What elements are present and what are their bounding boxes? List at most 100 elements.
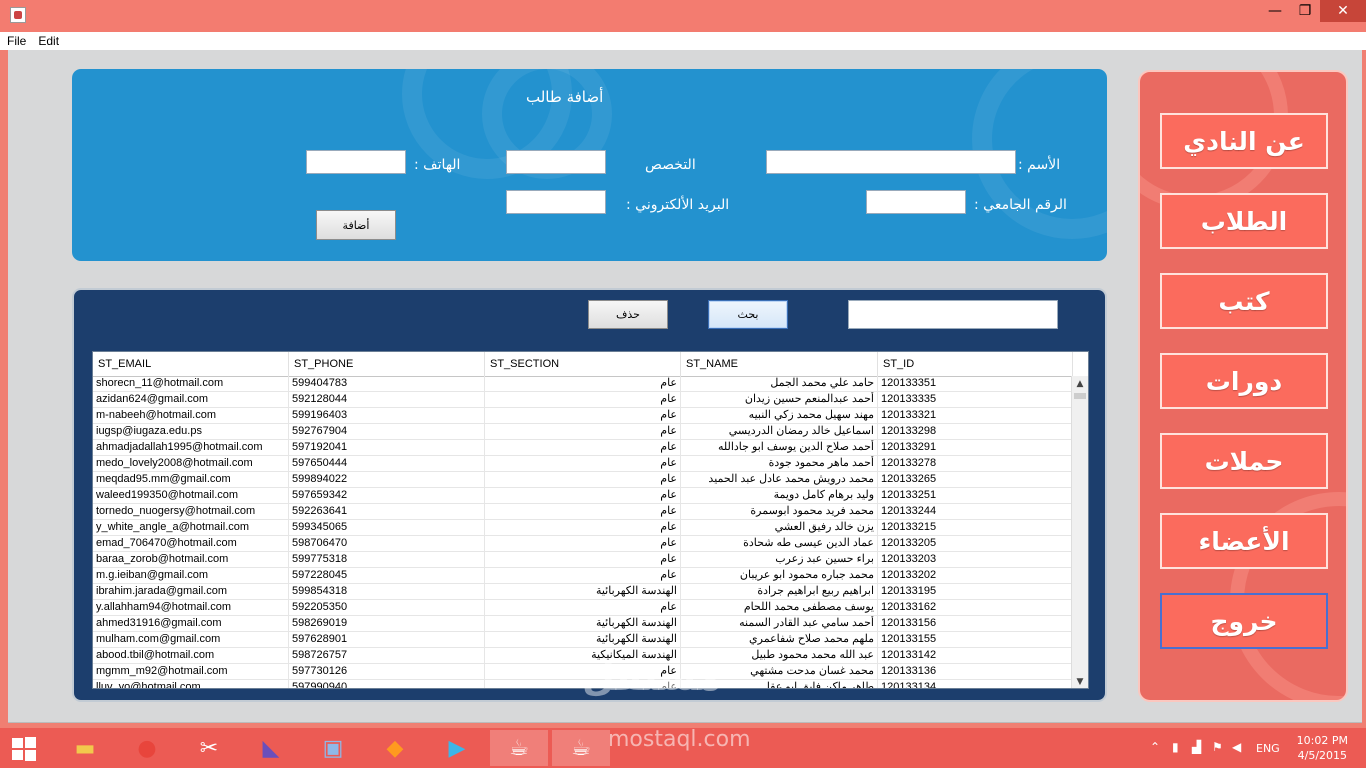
cell-email: ibrahim.jarada@gmail.com <box>93 584 289 600</box>
cell-phone: 597192041 <box>289 440 485 456</box>
name-label: الأسم : <box>1018 157 1061 173</box>
cell-phone: 599775318 <box>289 552 485 568</box>
clock-date: 4/5/2015 <box>1297 749 1348 762</box>
cell-email: y.allahham94@hotmail.com <box>93 600 289 616</box>
table-row[interactable]: y.allahham94@hotmail.com 592205350 عام يوسف… <box>93 600 1073 616</box>
cell-name: أحمد صلاح الدين يوسف ابو جادالله <box>681 440 878 456</box>
table-row[interactable]: meqdad95.mm@gmail.com 599894022 عام محمد در… <box>93 472 1073 488</box>
sidebar-item-exit[interactable]: خروج <box>1160 593 1328 649</box>
taskbar-app-pdf-creator-icon[interactable]: ◆ <box>366 730 424 766</box>
cell-name: ملهم محمد صلاح شفاعمري <box>681 632 878 648</box>
cell-email: mgmm_m92@hotmail.com <box>93 664 289 680</box>
chevron-up-icon[interactable]: ⌃ <box>1150 740 1160 754</box>
sidebar-item-campaigns[interactable]: حملات <box>1160 433 1328 489</box>
taskbar-app-virtualbox-icon[interactable]: ▣ <box>304 730 362 766</box>
signal-icon[interactable]: ▟ <box>1192 740 1201 754</box>
windows-logo-icon <box>12 738 23 748</box>
table-row[interactable]: emad_706470@hotmail.com 598706470 عام عماد … <box>93 536 1073 552</box>
table-row[interactable]: y_white_angle_a@hotmail.com 599345065 عام ي… <box>93 520 1073 536</box>
email-input[interactable] <box>506 190 606 214</box>
table-row[interactable]: tornedo_nuogersy@hotmail.com 592263641 عام… <box>93 504 1073 520</box>
column-header-phone[interactable]: ST_PHONE <box>289 352 485 376</box>
cell-id: 120133156 <box>878 616 1073 632</box>
cell-phone: 598706470 <box>289 536 485 552</box>
close-button[interactable]: ✕ <box>1320 0 1366 22</box>
sidebar-item-courses[interactable]: دورات <box>1160 353 1328 409</box>
cell-email: tornedo_nuogersy@hotmail.com <box>93 504 289 520</box>
flag-icon[interactable]: ⚑ <box>1212 740 1223 754</box>
table-row[interactable]: m-nabeeh@hotmail.com 599196403 عام مهند سهي… <box>93 408 1073 424</box>
phone-input[interactable] <box>306 150 406 174</box>
taskbar-app-snipping-tool-icon[interactable]: ✂ <box>180 730 238 766</box>
taskbar-app-chrome-icon[interactable]: ● <box>118 730 176 766</box>
column-header-name[interactable]: ST_NAME <box>681 352 878 376</box>
battery-icon[interactable]: ▮ <box>1172 740 1179 754</box>
cell-name: محمد جباره محمود ابو عريبان <box>681 568 878 584</box>
sidebar-item-about-club[interactable]: عن النادي <box>1160 113 1328 169</box>
cell-id: 120133162 <box>878 600 1073 616</box>
clock[interactable]: 10:02 PM 4/5/2015 <box>1297 733 1348 763</box>
java-app-icon <box>10 7 26 23</box>
cell-section: عام <box>485 456 681 472</box>
table-row[interactable]: m.g.ieiban@gmail.com 597228045 عام محمد جبا… <box>93 568 1073 584</box>
cell-name: براء حسين عبد زعرب <box>681 552 878 568</box>
cell-email: m.g.ieiban@gmail.com <box>93 568 289 584</box>
email-label: البريد الألكتروني : <box>626 197 730 213</box>
delete-button[interactable]: حذف <box>588 300 668 329</box>
taskbar-app-java-icon[interactable]: ☕ <box>490 730 548 766</box>
system-tray: ⌃ ▮ ▟ ⚑ ◀ ENG 10:02 PM 4/5/2015 <box>1126 728 1366 768</box>
cell-id: 120133351 <box>878 376 1073 392</box>
table-row[interactable]: ahmed31916@gmail.com 598269019 الهندسة الك… <box>93 616 1073 632</box>
menu-file[interactable]: File <box>0 32 31 50</box>
search-input[interactable] <box>848 300 1058 329</box>
cell-phone: 599345065 <box>289 520 485 536</box>
scroll-down-icon[interactable]: ▼ <box>1072 674 1088 688</box>
column-header-email[interactable]: ST_EMAIL <box>93 352 289 376</box>
taskbar-app-media-player-icon[interactable]: ▶ <box>428 730 486 766</box>
table-row[interactable]: medo_lovely2008@hotmail.com 597650444 عام أ… <box>93 456 1073 472</box>
column-header-section[interactable]: ST_SECTION <box>485 352 681 376</box>
university-id-label: الرقم الجامعي : <box>974 197 1067 213</box>
taskbar-app-visual-studio-icon[interactable]: ◣ <box>242 730 300 766</box>
sidebar-item-books[interactable]: كتب <box>1160 273 1328 329</box>
scroll-thumb[interactable] <box>1074 393 1086 399</box>
taskbar-app-java-icon[interactable]: ☕ <box>552 730 610 766</box>
cell-email: m-nabeeh@hotmail.com <box>93 408 289 424</box>
cell-id: 120133298 <box>878 424 1073 440</box>
media-player-icon: ▶ <box>448 735 466 761</box>
speaker-icon[interactable]: ◀ <box>1232 740 1241 754</box>
cell-section: عام <box>485 568 681 584</box>
language-indicator[interactable]: ENG <box>1256 742 1280 755</box>
taskbar-app-file-explorer-icon[interactable]: ▬ <box>56 730 114 766</box>
table-row[interactable]: shorecn_11@hotmail.com 599404783 عام حامد ع… <box>93 376 1073 392</box>
table-scrollbar[interactable]: ▲ ▼ <box>1071 376 1088 688</box>
university-id-input[interactable] <box>866 190 966 214</box>
menu-edit[interactable]: Edit <box>31 32 64 50</box>
search-button[interactable]: بحث <box>708 300 788 329</box>
menu-bar: File Edit <box>0 32 1366 50</box>
clock-time: 10:02 PM <box>1296 734 1348 747</box>
cell-phone: 592128044 <box>289 392 485 408</box>
cell-email: meqdad95.mm@gmail.com <box>93 472 289 488</box>
table-row[interactable]: baraa_zorob@hotmail.com 599775318 عام براء … <box>93 552 1073 568</box>
sidebar-item-students[interactable]: الطلاب <box>1160 193 1328 249</box>
java-icon: ☕ <box>509 735 529 761</box>
column-header-id[interactable]: ST_ID <box>878 352 1073 376</box>
table-row[interactable]: mulham.com@gmail.com 597628901 الهندسة الك… <box>93 632 1073 648</box>
start-button[interactable] <box>12 737 38 761</box>
section-input[interactable] <box>506 150 606 174</box>
cell-id: 120133205 <box>878 536 1073 552</box>
table-row[interactable]: iugsp@iugaza.edu.ps 592767904 عام اسماعيل خ… <box>93 424 1073 440</box>
table-row[interactable]: waleed199350@hotmail.com 597659342 عام وليد… <box>93 488 1073 504</box>
cell-section: عام <box>485 472 681 488</box>
table-row[interactable]: ahmadjadallah1995@hotmail.com 597192041 عا… <box>93 440 1073 456</box>
maximize-button[interactable]: ❐ <box>1290 0 1320 22</box>
add-student-button[interactable]: أضافة <box>316 210 396 240</box>
minimize-button[interactable]: — <box>1260 0 1290 22</box>
sidebar-item-members[interactable]: الأعضاء <box>1160 513 1328 569</box>
scroll-up-icon[interactable]: ▲ <box>1072 376 1088 392</box>
table-row[interactable]: azidan624@gmail.com 592128044 عام أحمد عبدا… <box>93 392 1073 408</box>
table-row[interactable]: ibrahim.jarada@gmail.com 599854318 الهندسة… <box>93 584 1073 600</box>
name-input[interactable] <box>766 150 1016 174</box>
cell-email: abood.tbil@hotmail.com <box>93 648 289 664</box>
